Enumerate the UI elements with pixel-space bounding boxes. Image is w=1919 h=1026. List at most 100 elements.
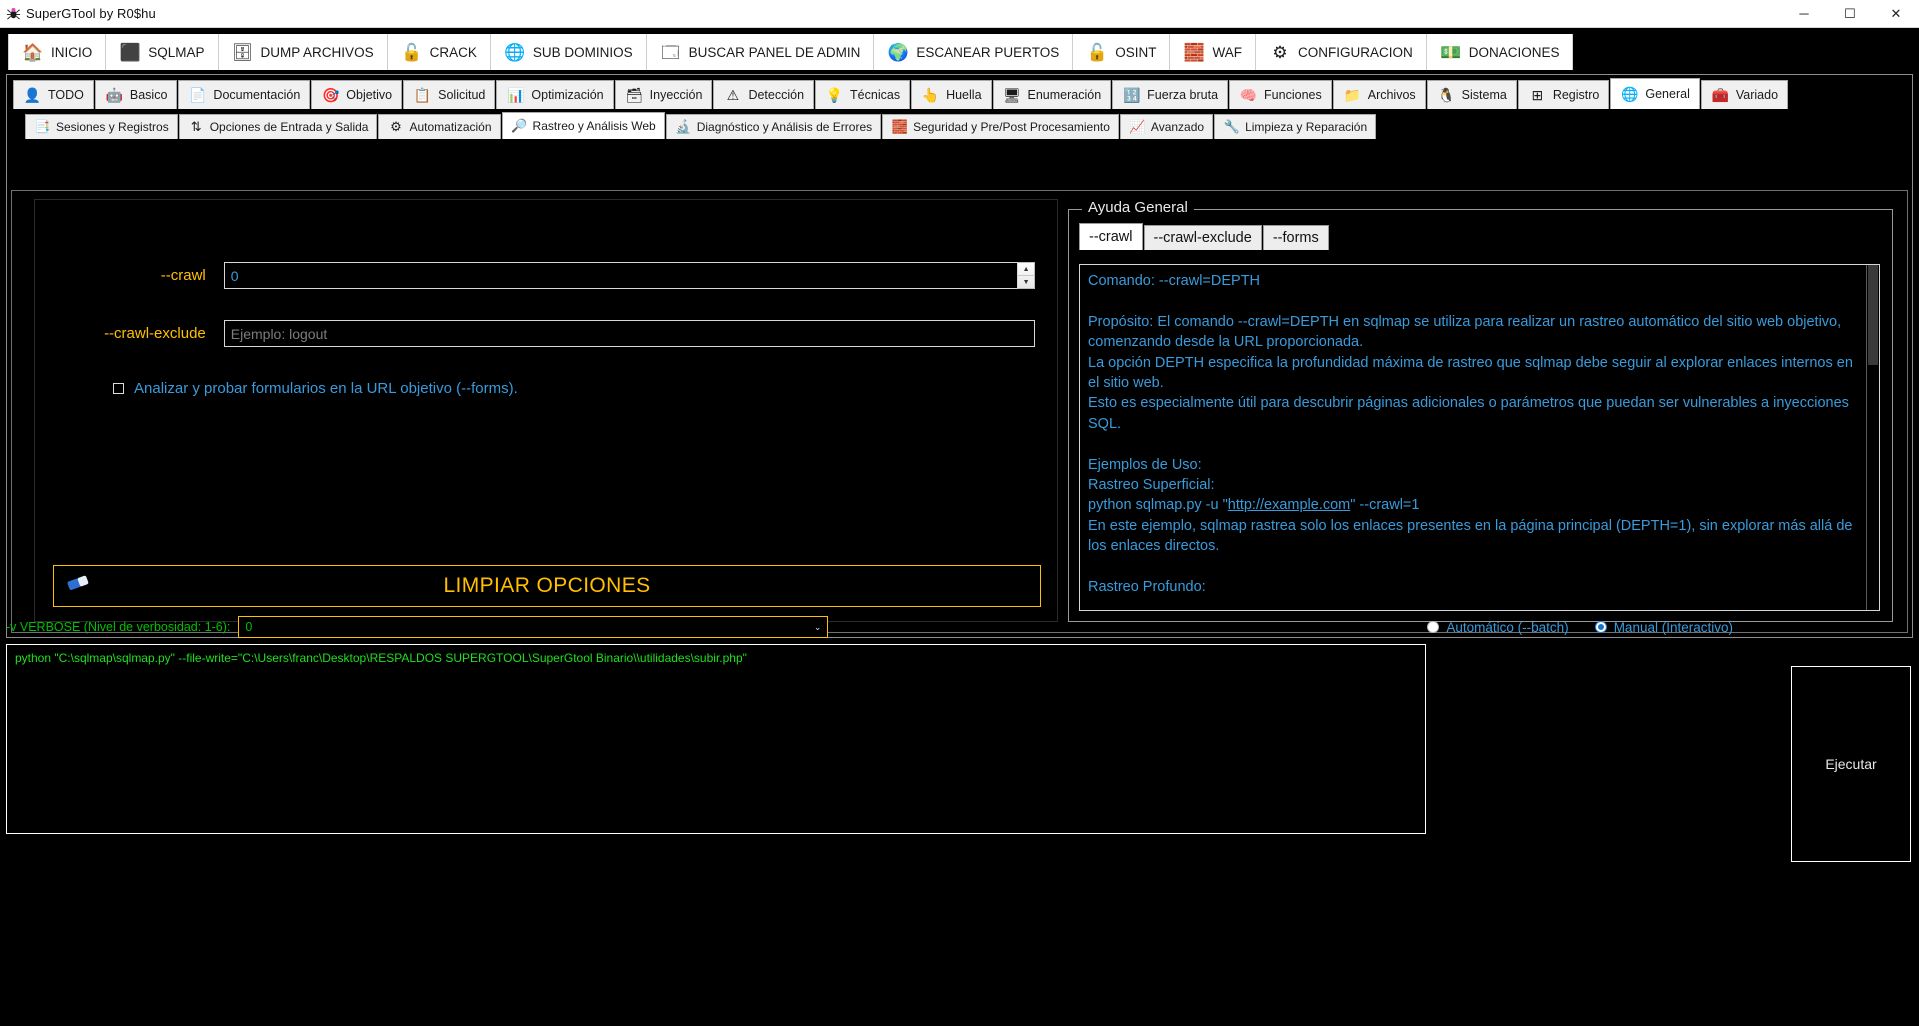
tab-avanzado[interactable]: 📈 Avanzado [1119,114,1214,139]
command-output[interactable]: python "C:\sqlmap\sqlmap.py" --file-writ… [6,644,1426,834]
ribbon-item-waf[interactable]: 🧱 WAF [1170,34,1256,70]
ribbon-item-donaciones[interactable]: 💵 DONACIONES [1426,34,1574,70]
help-tab-crawlexclude[interactable]: --crawl-exclude [1143,225,1262,250]
ribbon-item-buscar-panel-de-admin[interactable]: 🗔 BUSCAR PANEL DE ADMIN [646,34,875,70]
tab-automatizaci-n[interactable]: ⚙ Automatización [378,114,501,139]
automation-gear-icon: ⚙ [390,119,402,134]
mode-manual-label: Manual (Interactivo) [1613,619,1733,635]
tab-fuerza-bruta[interactable]: 🔢 Fuerza bruta [1112,80,1229,109]
server-user-icon: 🖥 [1003,86,1021,103]
tab-documentaci-n[interactable]: 📄 Documentación [178,80,311,109]
execute-button[interactable]: Ejecutar [1791,666,1911,862]
ribbon-item-label: CRACK [429,44,477,60]
tab-enumeraci-n[interactable]: 🖥 Enumeración [992,80,1112,109]
web-crawl-icon: 🔎 [510,118,528,133]
target-icon: 🎯 [322,86,340,103]
tab-limpieza-y-reparaci-n[interactable]: 🔧 Limpieza y Reparación [1214,114,1377,139]
radio-dot-manual[interactable] [1594,621,1607,633]
tab-label: Seguridad y Pre/Post Procesamiento [913,120,1110,134]
tab-label: TODO [48,88,84,102]
tab-sesiones-y-registros[interactable]: 📑 Sesiones y Registros [25,114,178,139]
linux-penguin-icon: 🐧 [1437,86,1455,103]
fingerprint-icon: 👆 [921,86,940,103]
tab-detecci-n[interactable]: ⚠ Detección [713,80,815,109]
hacker-icon: 👤 [23,86,42,103]
ribbon-item-escanear-puertos[interactable]: 🌍 ESCANEAR PUERTOS [874,34,1074,70]
warning-magnifier-icon: ⚠ [726,86,740,103]
tab-optimizaci-n[interactable]: 📊 Optimización [496,80,614,109]
bottom-bar: -v VERBOSE (Nivel de verbosidad: 1-6): 0… [6,614,1913,1024]
tab-diagn-stico-y-an-lisis-de-errores[interactable]: 🔬 Diagnóstico y Análisis de Errores [665,114,882,139]
donate-box-icon: 💵 [1440,42,1462,62]
ribbon-item-sub-dominios[interactable]: 🌐 SUB DOMINIOS [490,34,647,70]
toolbox-icon: 🧰 [1711,86,1730,103]
help-tab-crawl[interactable]: --crawl [1079,223,1143,250]
crawl-spinner[interactable]: ▲ ▼ [1018,262,1035,289]
spinner-up-icon[interactable]: ▲ [1018,263,1034,276]
tab-label: Técnicas [850,88,901,102]
radio-dot-auto[interactable] [1427,621,1440,633]
ribbon-item-crack[interactable]: 🔓 CRACK [387,34,491,70]
tab-opciones-de-entrada-y-salida[interactable]: ⇅ Opciones de Entrada y Salida [178,114,378,139]
window-title: SuperGTool by R0$hu [26,6,156,21]
tab-basico[interactable]: 🤖 Basico [94,80,178,109]
mode-manual-radio[interactable]: Manual (Interactivo) [1594,619,1733,635]
port-scan-icon: 🌍 [887,42,909,62]
tab-seguridad-y-pre-post-procesamiento[interactable]: 🧱 Seguridad y Pre/Post Procesamiento [882,114,1119,139]
padlock-crack-icon: 🔓 [400,42,423,62]
tab-funciones[interactable]: 🧠 Funciones [1229,80,1332,109]
tab-label: General [1645,87,1690,101]
options-pane: --crawl ▲ ▼ --crawl-exclude Analizar y p… [34,199,1058,622]
help-scrollbar[interactable] [1866,265,1879,610]
clear-options-button[interactable]: LIMPIAR OPCIONES [53,565,1041,607]
ribbon-item-label: CONFIGURACION [1297,44,1413,60]
crawl-exclude-label: --crawl-exclude [104,325,206,342]
main-ribbon: 🏠 INICIO ⬛ SQLMAP 🗄 DUMP ARCHIVOS 🔓 CRACK 🌐 SUB D… [0,28,1919,70]
tab-todo[interactable]: 👤 TODO [13,80,94,109]
verbose-select[interactable]: 0 ⌄ [238,616,829,638]
tab-registro[interactable]: ⊞ Registro [1517,80,1610,109]
verbose-value: 0 [245,620,253,634]
tab-huella[interactable]: 👆 Huella [911,80,992,109]
close-button[interactable]: ✕ [1873,0,1919,28]
ribbon-item-dump-archivos[interactable]: 🗄 DUMP ARCHIVOS [218,34,388,70]
tab-label: Avanzado [1150,120,1205,134]
ribbon-item-label: INICIO [51,44,93,60]
ribbon-item-label: OSINT [1115,44,1157,60]
tab-label: Opciones de Entrada y Salida [209,120,369,134]
spinner-down-icon[interactable]: ▼ [1018,276,1034,288]
crawl-input[interactable] [223,262,1019,289]
example-link[interactable]: http://example.com [1228,497,1351,513]
ribbon-item-osint[interactable]: 🔓 OSINT [1073,34,1171,70]
forms-checkbox-row[interactable]: Analizar y probar formularios en la URL … [113,380,518,397]
tab-inyecci-n[interactable]: 🗃 Inyección [614,80,713,109]
mode-radio-group: Automático (--batch) Manual (Interactivo… [1427,620,1913,635]
tab-label: Archivos [1367,88,1416,102]
sqlmap-panel: 👤 TODO 🤖 Basico 📄 Documentación 🎯 Objetivo 📋 Soli… [6,74,1913,638]
forms-checkbox[interactable] [113,383,124,394]
maximize-button[interactable]: ☐ [1827,0,1873,28]
tab-archivos[interactable]: 📁 Archivos [1332,80,1426,109]
help-scrollbar-thumb[interactable] [1868,265,1878,365]
ribbon-item-inicio[interactable]: 🏠 INICIO [8,34,107,70]
home-icon: 🏠 [22,42,44,62]
tab-label: Huella [946,88,982,102]
tab-t-cnicas[interactable]: 💡 Técnicas [815,80,911,109]
tab-label: Optimización [531,88,604,102]
verbose-row: -v VERBOSE (Nivel de verbosidad: 1-6): 0… [6,614,1913,640]
tab-label: Basico [129,88,168,102]
tab-sistema[interactable]: 🐧 Sistema [1426,80,1517,109]
crawl-exclude-input[interactable] [223,320,1035,347]
tab-solicitud[interactable]: 📋 Solicitud [403,80,496,109]
ribbon-item-sqlmap[interactable]: ⬛ SQLMAP [106,34,219,70]
tab-objetivo[interactable]: 🎯 Objetivo [311,80,403,109]
minimize-button[interactable]: ─ [1781,0,1827,28]
clear-options-label: LIMPIAR OPCIONES [443,574,651,597]
mode-auto-radio[interactable]: Automático (--batch) [1427,620,1569,635]
ribbon-item-configuracion[interactable]: ⚙ CONFIGURACION [1255,34,1427,70]
tab-variado[interactable]: 🧰 Variado [1700,80,1789,109]
help-tab-forms[interactable]: --forms [1262,225,1329,250]
tab-rastreo-y-an-lisis-web[interactable]: 🔎 Rastreo y Análisis Web [501,112,665,139]
tab-general[interactable]: 🌐 General [1610,78,1700,109]
tab-content: --crawl ▲ ▼ --crawl-exclude Analizar y p… [11,190,1908,633]
